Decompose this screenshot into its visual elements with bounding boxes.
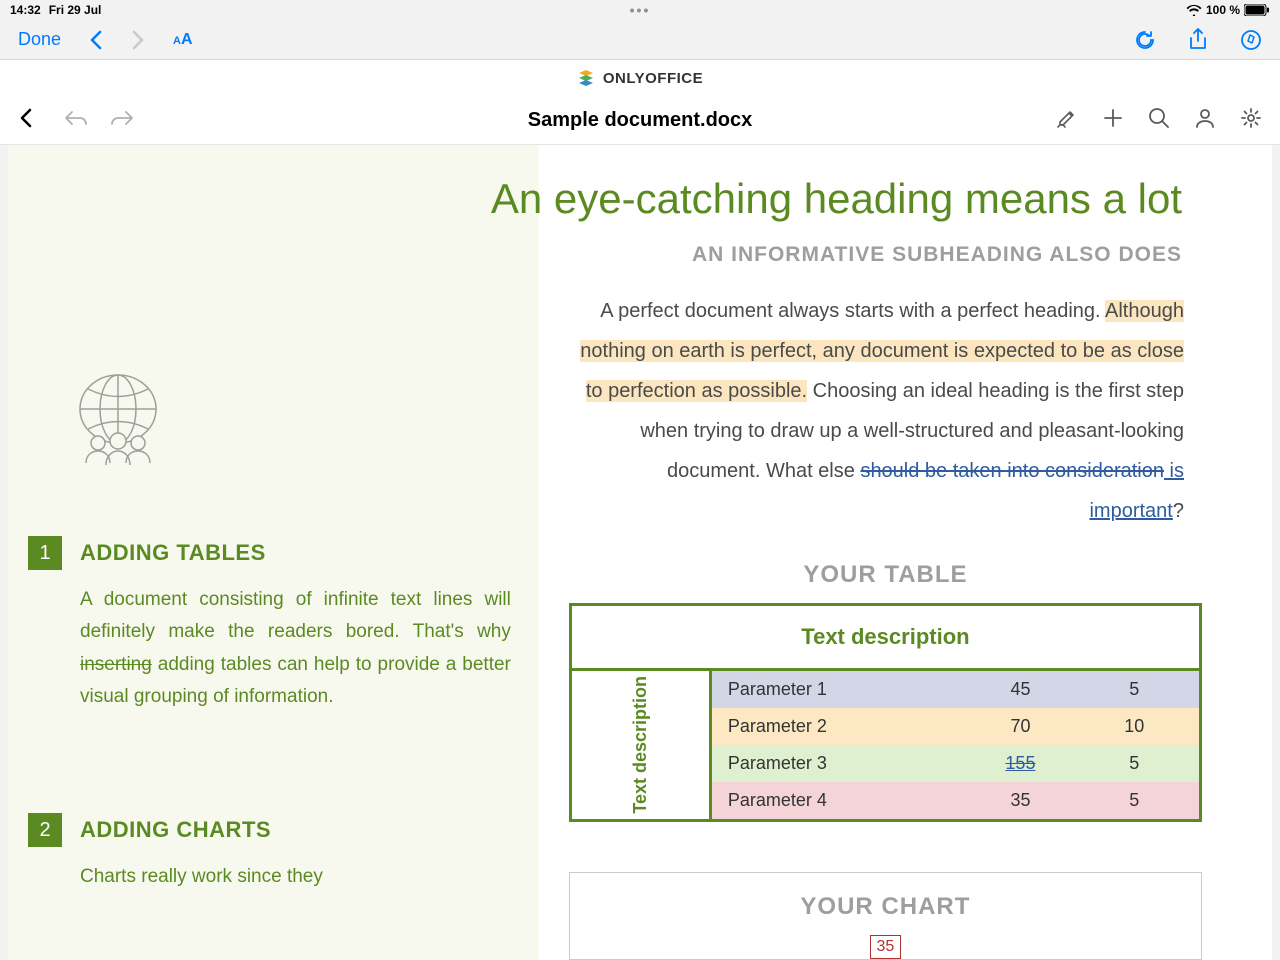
settings-button[interactable]: [1240, 107, 1262, 134]
user-button[interactable]: [1194, 107, 1216, 134]
sample-table: Text description Text description Parame…: [569, 603, 1202, 822]
back-button[interactable]: [18, 106, 34, 135]
table-header: Text description: [572, 606, 1199, 671]
ios-status-bar: 14:32 Fri 29 Jul ••• 100 %: [0, 0, 1280, 20]
wifi-icon: [1186, 4, 1202, 16]
status-date: Fri 29 Jul: [49, 3, 102, 17]
redo-button[interactable]: [108, 108, 134, 133]
document-filename: Sample document.docx: [528, 109, 753, 132]
chart-container: YOUR CHART 35: [569, 872, 1202, 960]
more-dots-icon: •••: [630, 2, 651, 18]
battery-percent: 100 %: [1206, 3, 1240, 17]
onlyoffice-brand: ONLYOFFICE: [603, 70, 703, 87]
search-button[interactable]: [1148, 107, 1170, 134]
battery-icon: [1244, 4, 1270, 16]
table-row: Parameter 27010: [712, 708, 1199, 745]
doc-heading-1: An eye-catching heading means a lot: [28, 175, 1202, 243]
table-row: Parameter 4355: [712, 782, 1199, 819]
status-time: 14:32: [10, 3, 41, 17]
section-title-2: ADDING CHARTS: [80, 817, 271, 843]
section-body-2: Charts really work since they: [28, 861, 511, 893]
table-title: YOUR TABLE: [569, 561, 1202, 589]
chart-value: 35: [870, 935, 902, 959]
text-size-button[interactable]: AA: [173, 31, 193, 49]
chart-title: YOUR CHART: [570, 893, 1201, 921]
section-body-1: A document consisting of infinite text l…: [28, 584, 511, 713]
reload-button[interactable]: [1134, 29, 1156, 51]
doc-heading-2: AN INFORMATIVE SUBHEADING ALSO DOES: [28, 243, 1202, 291]
document-canvas[interactable]: An eye-catching heading means a lot AN I…: [8, 145, 1272, 960]
add-button[interactable]: [1102, 107, 1124, 134]
section-title-1: ADDING TABLES: [80, 540, 266, 566]
browser-forward-button: [131, 30, 145, 50]
app-header: ONLYOFFICE Sample document.docx: [0, 60, 1280, 145]
edit-button[interactable]: [1056, 107, 1078, 134]
browser-back-button[interactable]: [89, 30, 103, 50]
onlyoffice-logo-icon: [577, 69, 595, 87]
table-side-label: Text description: [572, 671, 712, 819]
doc-paragraph: A perfect document always starts with a …: [569, 291, 1202, 561]
undo-button[interactable]: [64, 108, 90, 133]
section-number-1: 1: [28, 536, 62, 570]
table-row: Parameter 1455: [712, 671, 1199, 708]
safari-toolbar: Done AA: [0, 20, 1280, 60]
globe-people-icon: [68, 371, 168, 471]
table-row: Parameter 31555: [712, 745, 1199, 782]
section-number-2: 2: [28, 813, 62, 847]
compass-button[interactable]: [1240, 29, 1262, 51]
done-button[interactable]: Done: [18, 29, 61, 50]
share-button[interactable]: [1188, 28, 1208, 52]
